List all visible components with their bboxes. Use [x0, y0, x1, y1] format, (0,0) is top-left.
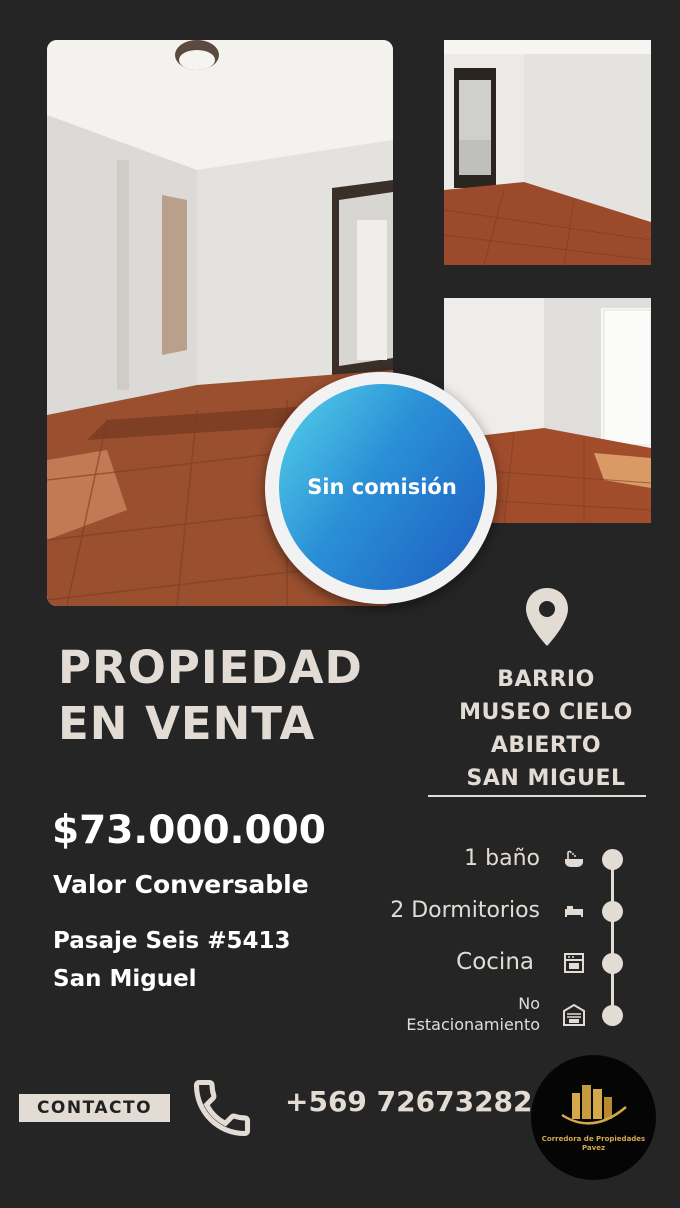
- address-line-2: San Miguel: [53, 966, 197, 992]
- phone-icon[interactable]: [188, 1074, 256, 1142]
- feature-parking-label-line-2: Estacionamiento: [406, 1015, 540, 1034]
- price-note: Valor Conversable: [53, 870, 309, 899]
- address-line-1: Pasaje Seis #5413: [53, 928, 291, 954]
- timeline-dot-bathroom: [602, 849, 623, 870]
- logo-text-line-1: Corredora de Propiedades: [541, 1135, 646, 1143]
- property-photo-kitchen-view: [444, 40, 651, 265]
- phone-number[interactable]: +569 72673282: [285, 1085, 533, 1118]
- timeline-dot-parking: [602, 1005, 623, 1026]
- stove-icon: [564, 953, 584, 973]
- company-logo: Corredora de Propiedades Pavez: [531, 1055, 656, 1180]
- feature-bathroom-label: 1 baño: [464, 846, 540, 871]
- location-line-4: SAN MIGUEL: [466, 766, 626, 791]
- badge-text: Sin comisión: [307, 475, 457, 499]
- timeline-dot-kitchen: [602, 953, 623, 974]
- buildings-logo-icon: [561, 1085, 627, 1125]
- headline-line-2: EN VENTA: [58, 697, 316, 750]
- timeline-dot-bedrooms: [602, 901, 623, 922]
- price: $73.000.000: [52, 808, 326, 853]
- features-timeline-line: [611, 859, 614, 1016]
- location-underline: [428, 795, 646, 797]
- logo-text-line-2: Pavez: [581, 1144, 606, 1152]
- location-line-1: BARRIO: [497, 667, 595, 692]
- map-pin-icon: [526, 588, 568, 646]
- feature-kitchen-label: Cocina: [456, 949, 534, 975]
- headline: PROPIEDAD EN VENTA: [58, 640, 418, 752]
- badge-circle: Sin comisión: [279, 384, 485, 590]
- feature-parking-label-line-1: No: [518, 994, 540, 1013]
- bed-icon: [565, 906, 583, 917]
- address: Pasaje Seis #5413 San Miguel: [53, 922, 291, 998]
- feature-parking-label: No Estacionamiento: [406, 993, 540, 1035]
- contact-label: CONTACTO: [19, 1094, 170, 1122]
- logo-text: Corredora de Propiedades Pavez: [541, 1135, 646, 1153]
- garage-icon: [563, 1003, 585, 1026]
- location-text: BARRIO MUSEO CIELO ABIERTO SAN MIGUEL: [428, 663, 664, 795]
- location-line-2: MUSEO CIELO: [459, 700, 633, 725]
- location-line-3: ABIERTO: [490, 733, 602, 758]
- no-commission-badge: Sin comisión: [265, 372, 497, 604]
- feature-bedrooms-label: 2 Dormitorios: [390, 898, 540, 923]
- bathtub-icon: [565, 850, 583, 867]
- headline-line-1: PROPIEDAD: [58, 641, 363, 694]
